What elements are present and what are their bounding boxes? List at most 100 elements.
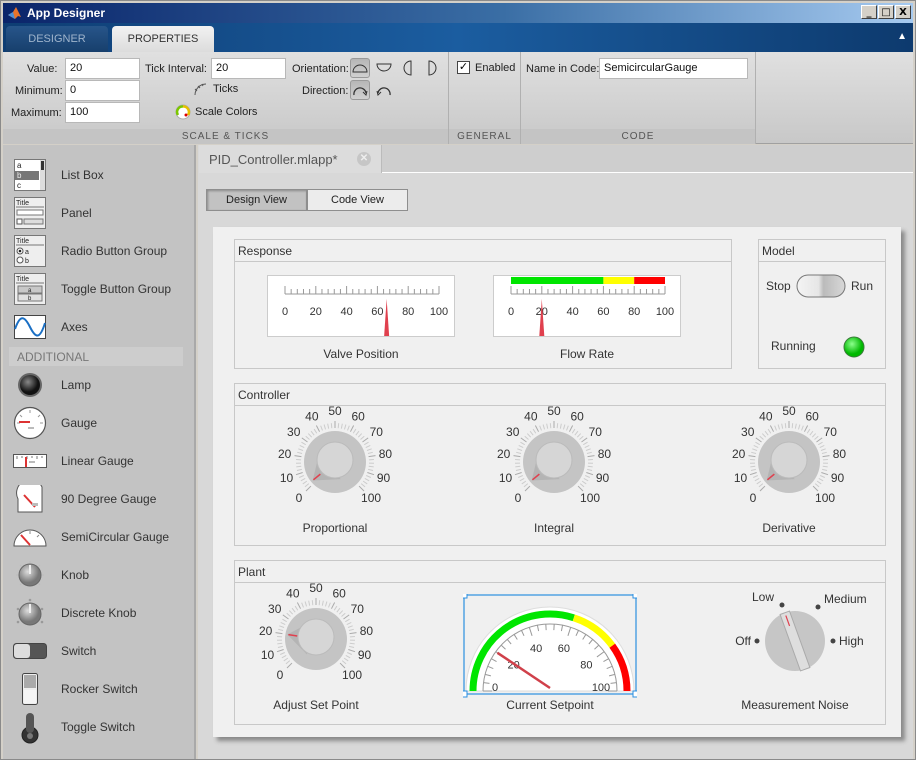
minor-tick — [794, 423, 797, 429]
major-tick — [330, 602, 336, 609]
minor-tick — [814, 435, 819, 440]
tab-designer[interactable]: DESIGNER — [6, 26, 108, 52]
minor-tick — [581, 480, 587, 485]
collapse-ribbon-icon[interactable]: ▲ — [897, 31, 907, 42]
maximum-label: Maximum: — [11, 107, 62, 119]
minor-tick — [585, 448, 591, 451]
library-item-toggle-button-group[interactable]: Title a b Toggle Button Group — [13, 272, 188, 306]
major-tick — [769, 425, 775, 432]
direction-clockwise-button[interactable] — [350, 80, 370, 100]
knob-cap — [297, 618, 335, 656]
scale-colors-toggle[interactable]: Scale Colors — [175, 104, 257, 120]
maximize-button[interactable]: □ — [878, 5, 894, 19]
flow-rate-gauge[interactable]: 020406080100 — [493, 275, 681, 337]
resize-handle[interactable] — [463, 690, 468, 698]
tick-label: 100 — [815, 491, 835, 505]
orientation-west-button[interactable] — [422, 58, 442, 78]
major-tick — [534, 425, 540, 432]
tick-label: 60 — [570, 410, 584, 424]
minor-tick — [300, 477, 306, 482]
library-item-knob[interactable]: Knob — [13, 558, 188, 592]
minor-tick — [519, 477, 525, 482]
library-item-90-degree-gauge[interactable]: 90 Degree Gauge — [13, 482, 188, 516]
library-item-discrete-knob[interactable]: Discrete Knob — [13, 596, 188, 630]
proportional-knob[interactable]: 010 20 30 40 50 60 70 80 90 100 — [265, 406, 405, 518]
measurement-noise-knob[interactable]: Off Low Medium High — [715, 591, 875, 691]
document-tab[interactable]: PID_Controller.mlapp* ✕ — [199, 145, 382, 173]
close-tab-icon[interactable]: ✕ — [357, 152, 371, 166]
switch-icon — [13, 643, 47, 659]
direction-counterclockwise-button[interactable] — [374, 80, 394, 100]
minor-tick — [753, 444, 759, 448]
tick-label: 90 — [358, 648, 372, 662]
direction-label: Direction: — [302, 85, 349, 97]
close-button[interactable]: X — [895, 5, 911, 19]
current-setpoint-gauge[interactable]: 02040 6080100 — [463, 594, 637, 698]
maximum-field[interactable]: 100 — [65, 102, 140, 123]
tick-label: 30 — [741, 425, 755, 439]
library-item-semicircular-gauge[interactable]: SemiCircular Gauge — [13, 520, 188, 554]
minimum-label: Minimum: — [15, 85, 63, 97]
minor-tick — [809, 430, 814, 436]
adjust-set-point-label: Adjust Set Point — [273, 698, 359, 712]
library-item-switch[interactable]: Switch — [13, 634, 188, 668]
minor-tick — [756, 480, 762, 485]
value-field[interactable]: 20 — [65, 58, 140, 79]
resize-handle[interactable] — [632, 690, 637, 698]
minor-tick — [305, 435, 310, 440]
svg-text:c: c — [17, 181, 21, 190]
derivative-knob[interactable]: 010 20 30 40 50 60 70 80 90 100 — [719, 406, 859, 518]
library-item-gauge[interactable]: Gauge — [13, 406, 188, 440]
library-item-linear-gauge[interactable]: Linear Gauge — [13, 444, 188, 478]
title-bar: App Designer _ □ X — [3, 3, 913, 23]
minor-tick — [520, 441, 525, 446]
enabled-checkbox[interactable]: ✓ — [457, 61, 470, 74]
minimize-button[interactable]: _ — [861, 5, 877, 19]
orientation-east-button[interactable] — [398, 58, 418, 78]
library-item-lamp[interactable]: Lamp — [13, 368, 188, 402]
minor-tick — [341, 612, 346, 617]
design-view-button[interactable]: Design View — [206, 189, 307, 211]
tick-label: 10 — [261, 648, 275, 662]
resize-handle[interactable] — [463, 594, 468, 599]
minimum-field[interactable]: 0 — [65, 80, 140, 101]
name-in-code-field[interactable]: SemicircularGauge — [599, 58, 748, 79]
scale-ticks-section: Value: 20 Minimum: 0 Maximum: 100 Tick I… — [3, 52, 449, 144]
tick-label: 10 — [734, 471, 748, 485]
minor-tick — [301, 441, 306, 446]
code-view-button[interactable]: Code View — [307, 189, 408, 211]
tick-label: 60 — [371, 306, 383, 318]
orientation-south-button[interactable] — [374, 58, 394, 78]
library-item-label: Toggle Button Group — [61, 282, 172, 296]
library-item-rocker-switch[interactable]: Rocker Switch — [13, 672, 188, 706]
adjust-set-point-knob[interactable]: 010 20 30 40 50 60 70 80 90 100 — [246, 583, 386, 695]
major-tick — [362, 437, 369, 443]
library-item-radio-button-group[interactable]: Title a b Radio Button Group — [13, 234, 188, 268]
library-item-list-box[interactable]: a b c List Box — [13, 158, 188, 192]
orientation-north-button[interactable] — [350, 58, 370, 78]
minor-tick — [523, 483, 529, 488]
tick-label: 20 — [497, 447, 511, 461]
minor-tick — [360, 435, 365, 440]
tick-label: 40 — [759, 410, 773, 424]
valve-position-gauge[interactable]: 0 20 40 60 80 100 — [267, 275, 455, 337]
name-in-code-label: Name in Code: — [526, 63, 600, 75]
stop-run-switch[interactable] — [796, 274, 846, 298]
minor-tick — [754, 477, 760, 482]
tick-interval-field[interactable]: 20 — [211, 58, 286, 79]
minor-tick — [753, 475, 758, 478]
library-item-panel[interactable]: Title Panel — [13, 196, 188, 230]
ticks-toggle[interactable]: Ticks — [193, 82, 238, 96]
lamp-icon — [18, 373, 42, 397]
minor-tick — [302, 480, 308, 485]
minor-tick — [364, 441, 369, 446]
controller-panel: Controller 0 10 20 30 40 50 60 70 80 90 100 Propor… — [234, 383, 886, 546]
resize-handle[interactable] — [632, 594, 637, 599]
library-item-label: Axes — [61, 320, 88, 334]
matlab-logo-icon — [8, 7, 21, 19]
tick-label: 100 — [656, 306, 674, 318]
library-item-toggle-switch[interactable]: Toggle Switch — [13, 710, 188, 744]
library-item-axes[interactable]: Axes — [13, 310, 188, 344]
integral-knob[interactable]: 010 20 30 40 50 60 70 80 90 100 — [484, 406, 624, 518]
tab-properties[interactable]: PROPERTIES — [112, 26, 214, 52]
